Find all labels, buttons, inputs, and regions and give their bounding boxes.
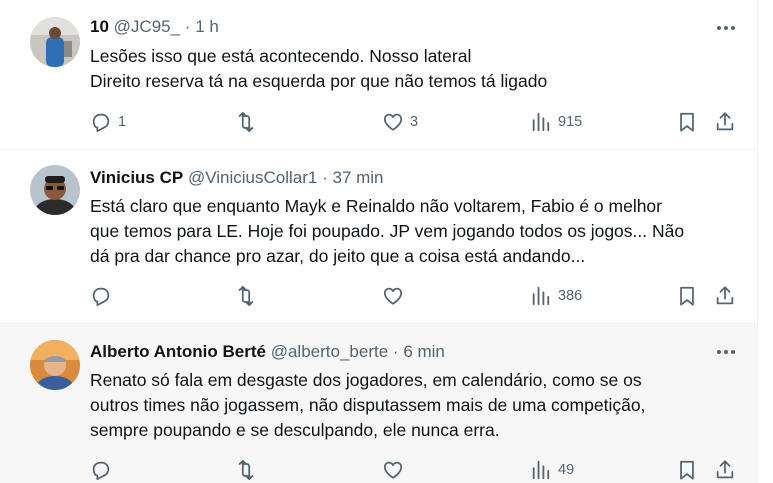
- tweet-header: 10 @JC95_ · 1 h: [90, 16, 219, 38]
- bookmark-button[interactable]: [676, 283, 698, 309]
- display-name[interactable]: 10: [90, 17, 109, 36]
- retweet-icon: [238, 459, 254, 481]
- reply-button[interactable]: 1: [90, 109, 126, 135]
- views-count: 49: [558, 462, 575, 478]
- views-icon: [532, 286, 550, 306]
- tweet-text: Está claro que enquanto Mayk e Reinaldo …: [90, 196, 685, 266]
- views-icon: [532, 112, 550, 132]
- like-icon: [383, 287, 403, 305]
- retweet-icon: [238, 285, 254, 307]
- views-icon: [532, 460, 550, 480]
- views-count: 386: [558, 288, 583, 304]
- user-handle[interactable]: @alberto_berte: [271, 342, 388, 361]
- retweet-button[interactable]: [235, 457, 263, 483]
- views-count: 915: [558, 114, 583, 130]
- tweet-text: Lesões isso que está acontecendo. Nosso …: [90, 46, 548, 91]
- timestamp[interactable]: 6 min: [403, 342, 445, 361]
- more-icon[interactable]: [712, 342, 740, 362]
- like-button[interactable]: [382, 283, 410, 309]
- separator-dot: ·: [184, 17, 191, 36]
- reply-icon: [92, 287, 110, 307]
- tweet-text: Renato só fala em desgaste dos jogadores…: [90, 370, 646, 440]
- tweet-actions: 386: [90, 283, 750, 309]
- bookmark-button[interactable]: [676, 109, 698, 135]
- like-button[interactable]: 3: [382, 109, 418, 135]
- tweet-header: Vinicius CP @ViniciusCollar1 · 37 min: [90, 167, 384, 189]
- bookmark-icon: [680, 112, 694, 132]
- tweet-header: Alberto Antonio Berté @alberto_berte · 6…: [90, 341, 445, 363]
- tweet-actions: 49: [90, 457, 750, 483]
- bookmark-icon: [680, 460, 694, 480]
- share-icon: [716, 286, 734, 305]
- avatar[interactable]: [30, 17, 80, 67]
- retweet-button[interactable]: [235, 283, 263, 309]
- separator-dot: ·: [392, 342, 399, 361]
- avatar[interactable]: [30, 340, 80, 390]
- retweet-button[interactable]: [235, 109, 263, 135]
- share-icon: [716, 112, 734, 131]
- views-button[interactable]: 386: [530, 283, 582, 309]
- display-name[interactable]: Vinicius CP: [90, 168, 183, 187]
- timestamp[interactable]: 1 h: [195, 17, 219, 36]
- reply-icon: [92, 113, 110, 133]
- reply-button[interactable]: [90, 457, 118, 483]
- tweet-actions: 1 3 915: [90, 109, 750, 135]
- views-button[interactable]: 915: [530, 109, 582, 135]
- avatar[interactable]: [30, 165, 80, 215]
- user-handle[interactable]: @ViniciusCollar1: [188, 168, 317, 187]
- user-handle[interactable]: @JC95_: [114, 17, 180, 36]
- share-button[interactable]: [714, 283, 736, 309]
- display-name[interactable]: Alberto Antonio Berté: [90, 342, 266, 361]
- bookmark-icon: [680, 286, 694, 306]
- more-icon[interactable]: [712, 18, 740, 38]
- retweet-icon: [238, 111, 254, 133]
- reply-icon: [92, 461, 110, 481]
- bookmark-button[interactable]: [676, 457, 698, 483]
- views-button[interactable]: 49: [530, 457, 574, 483]
- reply-button[interactable]: [90, 283, 118, 309]
- like-icon: [383, 113, 403, 131]
- separator-dot: ·: [322, 168, 328, 187]
- share-button[interactable]: [714, 109, 736, 135]
- like-count: 3: [410, 114, 419, 130]
- like-button[interactable]: [382, 457, 410, 483]
- reply-count: 1: [118, 114, 127, 130]
- share-button[interactable]: [714, 457, 736, 483]
- timestamp[interactable]: 37 min: [332, 168, 383, 187]
- like-icon: [383, 461, 403, 479]
- share-icon: [716, 460, 734, 479]
